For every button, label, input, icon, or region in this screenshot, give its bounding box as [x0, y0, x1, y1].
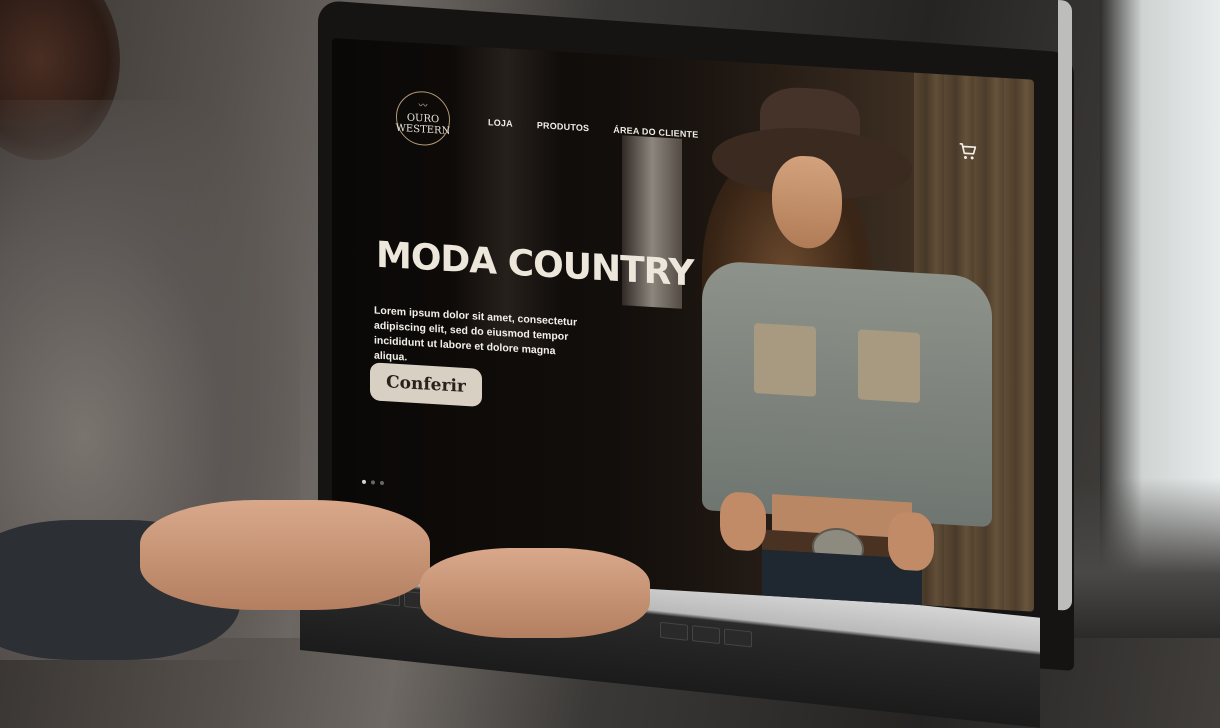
user-hand-left	[140, 500, 430, 610]
conferir-button[interactable]: Conferir	[370, 362, 482, 407]
laptop-screen: 〰 OURO WESTERN LOJA PRODUTOS ÁREA DO CLI…	[332, 38, 1034, 612]
bird-icon: 〰	[418, 101, 428, 112]
model-hand-left	[720, 491, 766, 552]
keyboard-key	[724, 628, 752, 648]
keyboard-key	[692, 625, 720, 645]
model-shirt-pocket	[754, 323, 816, 397]
carousel-dot-3[interactable]	[380, 480, 384, 486]
carousel-dot-2[interactable]	[371, 480, 375, 485]
model-shirt-pocket	[858, 329, 920, 403]
carousel-indicators	[362, 479, 384, 486]
hero-background-curtain	[452, 45, 562, 352]
user-hand-right	[420, 548, 650, 638]
site-logo[interactable]: 〰 OURO WESTERN	[395, 89, 451, 148]
carousel-dot-1[interactable]	[362, 479, 366, 485]
logo-text-line2: WESTERN	[395, 122, 451, 138]
laptop-lid-edge	[1058, 0, 1072, 611]
model-hand-right	[888, 511, 934, 572]
model-shirt	[702, 259, 992, 528]
nav-link-loja[interactable]: LOJA	[488, 117, 513, 128]
hero-model-image	[662, 78, 1002, 612]
